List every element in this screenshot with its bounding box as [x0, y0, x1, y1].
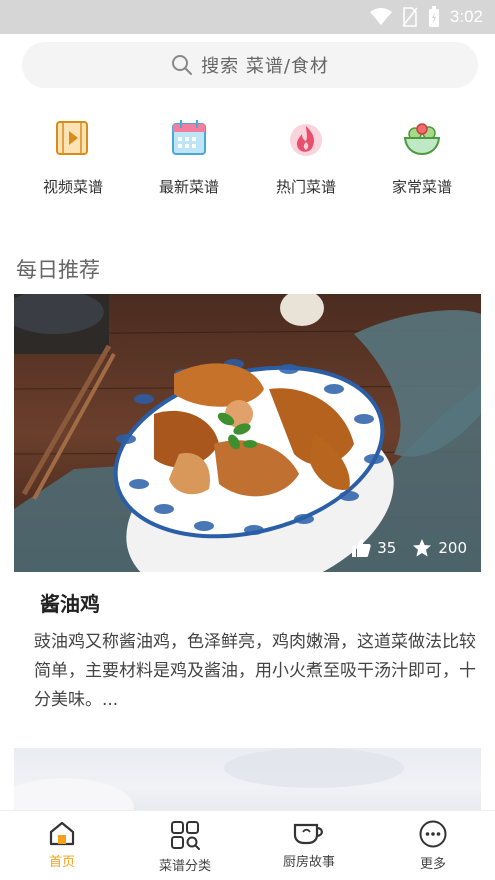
star-icon[interactable]: [412, 538, 432, 558]
recipe-description: 豉油鸡又称酱油鸡，色泽鲜亮，鸡肉嫩滑，这道菜做法比较简单，主要材料是鸡及酱油，用…: [34, 632, 476, 710]
search-placeholder: 搜索 菜谱/食材: [201, 56, 329, 77]
category-shortcuts: 视频菜谱 最新菜谱 热门菜谱 家常菜谱: [0, 112, 495, 202]
status-icons: 3:02: [369, 6, 483, 28]
section-title-daily: 每日推荐: [16, 258, 100, 282]
recipe-card-image[interactable]: 35 200: [14, 294, 481, 572]
category-label: 热门菜谱: [275, 178, 336, 196]
cup-icon: [293, 823, 323, 845]
category-home-recipes[interactable]: 家常菜谱: [367, 112, 477, 197]
status-bar: 3:02: [0, 0, 495, 34]
likes-count: 35: [377, 539, 397, 557]
category-label: 视频菜谱: [42, 178, 103, 196]
category-video-recipes[interactable]: 视频菜谱: [18, 112, 128, 197]
bottom-tab-bar: 首页 菜谱分类 厨房故事 更多: [0, 810, 495, 880]
tab-label: 菜谱分类: [158, 859, 211, 874]
tab-label: 首页: [48, 855, 75, 870]
category-latest-recipes[interactable]: 最新菜谱: [134, 112, 244, 197]
tab-label: 更多: [419, 857, 446, 872]
salad-bowl-icon: [403, 123, 441, 156]
tab-label: 厨房故事: [282, 855, 335, 870]
tab-kitchen-stories[interactable]: 厨房故事: [259, 819, 359, 870]
favorites-count: 200: [438, 539, 467, 557]
status-time: 3:02: [449, 7, 483, 26]
search-icon: [172, 55, 193, 75]
category-grid-icon: [171, 821, 200, 850]
recipe-title[interactable]: 酱油鸡: [40, 588, 100, 617]
fire-icon: [290, 124, 322, 156]
more-icon: [419, 820, 447, 848]
search-input[interactable]: 搜索 菜谱/食材: [22, 42, 478, 88]
home-icon: [49, 821, 75, 846]
no-sim-icon: [402, 7, 418, 27]
tab-home[interactable]: 首页: [12, 819, 112, 870]
tab-recipe-categories[interactable]: 菜谱分类: [135, 819, 235, 874]
next-recipe-card[interactable]: [14, 748, 481, 814]
thumbs-up-icon[interactable]: [351, 538, 371, 558]
wifi-icon: [369, 8, 392, 25]
recipe-stats: 35 200: [351, 538, 467, 558]
category-label: 家常菜谱: [391, 178, 452, 196]
category-label: 最新菜谱: [158, 178, 219, 196]
battery-icon: [428, 6, 439, 27]
next-recipe-photo: [14, 748, 404, 814]
recipe-photo: [14, 294, 481, 572]
tab-more[interactable]: 更多: [383, 819, 483, 872]
calendar-icon: [172, 120, 206, 155]
video-recipe-icon: [56, 121, 88, 155]
category-hot-recipes[interactable]: 热门菜谱: [251, 112, 361, 197]
